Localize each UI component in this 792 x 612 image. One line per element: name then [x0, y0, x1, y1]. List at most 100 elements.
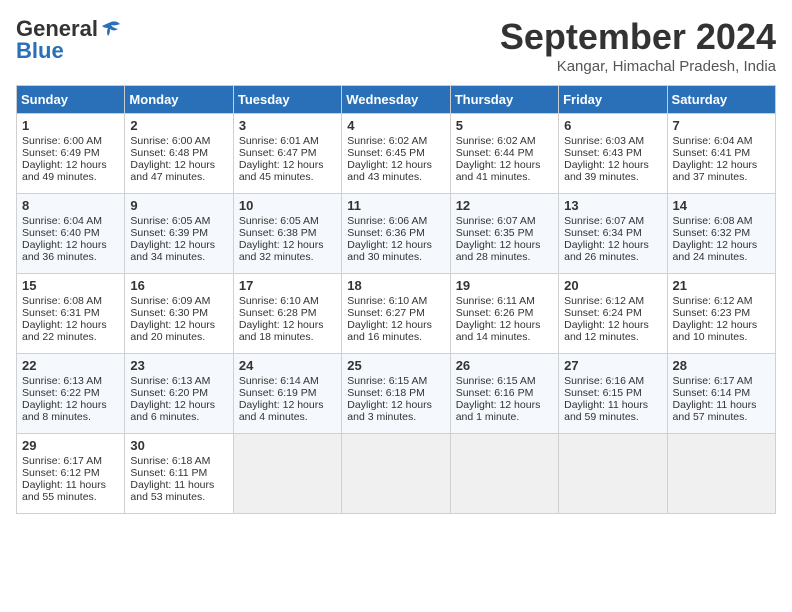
day-info: Sunrise: 6:03 AM	[564, 135, 661, 147]
calendar-cell: 4Sunrise: 6:02 AMSunset: 6:45 PMDaylight…	[342, 114, 450, 194]
day-info: Daylight: 12 hours	[130, 319, 227, 331]
day-info: Sunset: 6:31 PM	[22, 307, 119, 319]
calendar-cell: 10Sunrise: 6:05 AMSunset: 6:38 PMDayligh…	[233, 194, 341, 274]
day-info: Sunset: 6:39 PM	[130, 227, 227, 239]
day-info: Sunrise: 6:13 AM	[130, 375, 227, 387]
calendar-cell	[559, 434, 667, 514]
day-info: Sunrise: 6:04 AM	[673, 135, 770, 147]
day-info: Sunset: 6:20 PM	[130, 387, 227, 399]
day-info: Sunrise: 6:06 AM	[347, 215, 444, 227]
day-info: and 28 minutes.	[456, 251, 553, 263]
calendar-cell: 9Sunrise: 6:05 AMSunset: 6:39 PMDaylight…	[125, 194, 233, 274]
day-info: Daylight: 12 hours	[456, 159, 553, 171]
day-info: and 57 minutes.	[673, 411, 770, 423]
day-info: Sunset: 6:18 PM	[347, 387, 444, 399]
location: Kangar, Himachal Pradesh, India	[500, 58, 776, 75]
day-number: 15	[22, 278, 119, 293]
day-info: Sunrise: 6:13 AM	[22, 375, 119, 387]
logo-bird-icon	[100, 18, 122, 40]
day-info: and 4 minutes.	[239, 411, 336, 423]
day-info: and 36 minutes.	[22, 251, 119, 263]
calendar-cell: 15Sunrise: 6:08 AMSunset: 6:31 PMDayligh…	[17, 274, 125, 354]
day-info: Daylight: 12 hours	[456, 319, 553, 331]
day-number: 21	[673, 278, 770, 293]
calendar-week-row: 22Sunrise: 6:13 AMSunset: 6:22 PMDayligh…	[17, 354, 776, 434]
day-info: Daylight: 12 hours	[564, 239, 661, 251]
day-info: Sunrise: 6:15 AM	[347, 375, 444, 387]
day-info: Sunset: 6:11 PM	[130, 467, 227, 479]
day-info: Sunset: 6:30 PM	[130, 307, 227, 319]
day-info: Sunrise: 6:12 AM	[673, 295, 770, 307]
day-info: Daylight: 12 hours	[673, 159, 770, 171]
day-info: Sunset: 6:23 PM	[673, 307, 770, 319]
day-info: Sunrise: 6:00 AM	[22, 135, 119, 147]
day-info: Sunset: 6:35 PM	[456, 227, 553, 239]
calendar-cell: 23Sunrise: 6:13 AMSunset: 6:20 PMDayligh…	[125, 354, 233, 434]
day-number: 7	[673, 118, 770, 133]
day-info: Sunrise: 6:17 AM	[22, 455, 119, 467]
calendar-cell: 19 Sunrise: 6:11 AMSunset: 6:26 PMDayligh…	[450, 274, 558, 354]
day-info: Sunset: 6:47 PM	[239, 147, 336, 159]
day-number: 19	[456, 278, 553, 293]
day-info: and 18 minutes.	[239, 331, 336, 343]
day-number: 4	[347, 118, 444, 133]
day-info: Daylight: 12 hours	[22, 239, 119, 251]
day-info: and 1 minute.	[456, 411, 553, 423]
calendar-cell	[342, 434, 450, 514]
day-number: 13	[564, 198, 661, 213]
day-info: Sunrise: 6:14 AM	[239, 375, 336, 387]
day-info: Sunset: 6:26 PM	[456, 307, 553, 319]
day-info: and 24 minutes.	[673, 251, 770, 263]
day-info: Sunset: 6:19 PM	[239, 387, 336, 399]
day-info: Sunrise: 6:02 AM	[347, 135, 444, 147]
day-info: Sunrise: 6:01 AM	[239, 135, 336, 147]
day-info: Sunrise: 6:11 AM	[456, 295, 553, 307]
day-number: 25	[347, 358, 444, 373]
day-info: and 47 minutes.	[130, 171, 227, 183]
calendar-cell: 20Sunrise: 6:12 AMSunset: 6:24 PMDayligh…	[559, 274, 667, 354]
day-info: and 6 minutes.	[130, 411, 227, 423]
day-info: Daylight: 12 hours	[22, 319, 119, 331]
calendar-cell: 27Sunrise: 6:16 AMSunset: 6:15 PMDayligh…	[559, 354, 667, 434]
calendar-week-row: 1Sunrise: 6:00 AMSunset: 6:49 PMDaylight…	[17, 114, 776, 194]
day-info: and 59 minutes.	[564, 411, 661, 423]
calendar-week-row: 8Sunrise: 6:04 AMSunset: 6:40 PMDaylight…	[17, 194, 776, 274]
day-info: Daylight: 11 hours	[22, 479, 119, 491]
calendar-cell: 13Sunrise: 6:07 AMSunset: 6:34 PMDayligh…	[559, 194, 667, 274]
day-info: Sunrise: 6:10 AM	[239, 295, 336, 307]
day-info: Daylight: 12 hours	[456, 239, 553, 251]
day-info: and 12 minutes.	[564, 331, 661, 343]
calendar-cell: 25Sunrise: 6:15 AMSunset: 6:18 PMDayligh…	[342, 354, 450, 434]
day-info: and 39 minutes.	[564, 171, 661, 183]
calendar-cell: 28Sunrise: 6:17 AMSunset: 6:14 PMDayligh…	[667, 354, 775, 434]
day-info: and 10 minutes.	[673, 331, 770, 343]
day-info: and 37 minutes.	[673, 171, 770, 183]
day-info: Daylight: 12 hours	[130, 239, 227, 251]
day-number: 24	[239, 358, 336, 373]
day-info: and 3 minutes.	[347, 411, 444, 423]
day-info: Daylight: 12 hours	[130, 399, 227, 411]
day-number: 6	[564, 118, 661, 133]
day-info: and 8 minutes.	[22, 411, 119, 423]
day-info: Sunrise: 6:15 AM	[456, 375, 553, 387]
calendar-cell: 16Sunrise: 6:09 AMSunset: 6:30 PMDayligh…	[125, 274, 233, 354]
day-number: 14	[673, 198, 770, 213]
day-info: Sunset: 6:24 PM	[564, 307, 661, 319]
day-number: 18	[347, 278, 444, 293]
day-info: Sunrise: 6:07 AM	[564, 215, 661, 227]
day-info: and 43 minutes.	[347, 171, 444, 183]
day-info: Sunset: 6:27 PM	[347, 307, 444, 319]
day-info: Sunrise: 6:04 AM	[22, 215, 119, 227]
day-info: Sunset: 6:16 PM	[456, 387, 553, 399]
day-info: Sunrise: 6:02 AM	[456, 135, 553, 147]
day-number: 1	[22, 118, 119, 133]
day-info: Sunrise: 6:05 AM	[239, 215, 336, 227]
day-info: Sunrise: 6:17 AM	[673, 375, 770, 387]
logo-blue: Blue	[16, 38, 64, 64]
day-number: 20	[564, 278, 661, 293]
day-info: Sunset: 6:12 PM	[22, 467, 119, 479]
calendar-cell	[233, 434, 341, 514]
day-info: Sunrise: 6:10 AM	[347, 295, 444, 307]
day-info: Daylight: 12 hours	[564, 159, 661, 171]
calendar-cell: 26Sunrise: 6:15 AMSunset: 6:16 PMDayligh…	[450, 354, 558, 434]
